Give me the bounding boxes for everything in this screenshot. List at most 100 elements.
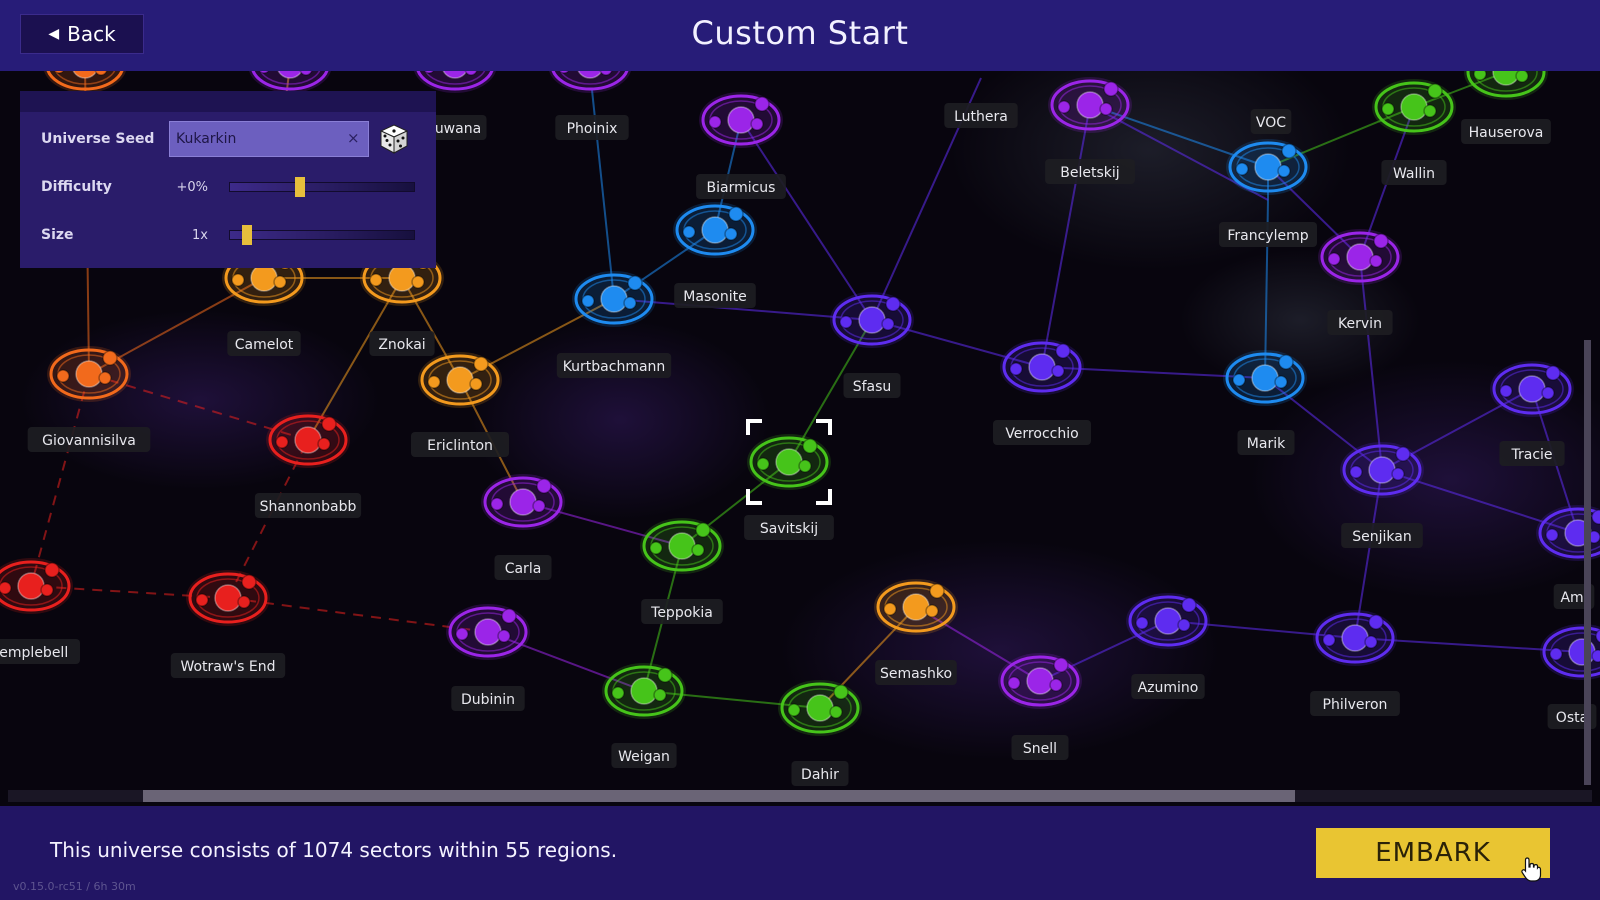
dice-icon[interactable] [377, 122, 411, 156]
sector-verro[interactable] [1000, 339, 1084, 395]
embark-button[interactable]: EMBARK [1316, 828, 1550, 878]
svg-text:Marik: Marik [1247, 436, 1286, 452]
reticle-corner [816, 489, 832, 505]
footer-bar: This universe consists of 1074 sectors w… [0, 806, 1600, 900]
sector-wallin[interactable] [1372, 79, 1456, 135]
svg-text:Phoinix: Phoinix [567, 121, 618, 137]
sector-kervin[interactable] [1318, 229, 1402, 285]
sector-label: VOC [1250, 109, 1292, 134]
svg-text:Ericlinton: Ericlinton [427, 438, 493, 454]
seed-input[interactable]: Kukarkin [169, 121, 369, 157]
sector-tl3[interactable] [413, 71, 497, 93]
sector-tl1[interactable] [43, 71, 127, 93]
svg-text:Tracie: Tracie [1510, 447, 1552, 463]
settings-panel-header [20, 91, 436, 112]
svg-text:Shannonbabb: Shannonbabb [260, 499, 357, 515]
svg-text:Camelot: Camelot [235, 337, 294, 353]
sector-tepp[interactable] [640, 518, 724, 574]
sector-dahir[interactable] [778, 680, 862, 736]
svg-text:Kurtbachmann: Kurtbachmann [563, 359, 666, 375]
sector-tl4[interactable] [548, 71, 632, 93]
svg-text:Savitskij: Savitskij [760, 521, 818, 537]
horizontal-scrollbar[interactable] [8, 790, 1592, 802]
sector-biar[interactable] [699, 92, 783, 148]
sector-belet[interactable] [1048, 77, 1132, 133]
top-bar: ◀ Back Custom Start [0, 0, 1600, 71]
sector-kurt[interactable] [572, 271, 656, 327]
sector-savit[interactable] [747, 434, 831, 490]
sector-marik[interactable] [1223, 350, 1307, 406]
sector-gio[interactable] [47, 346, 131, 402]
svg-text:Azumino: Azumino [1138, 680, 1199, 696]
svg-text:Philveron: Philveron [1323, 697, 1388, 713]
sector-label: Savitskij [744, 515, 834, 540]
sector-eric[interactable] [418, 352, 502, 408]
sector-label: Kervin [1327, 310, 1393, 335]
sector-osta[interactable] [1540, 624, 1600, 680]
sector-label: Weigan [611, 743, 677, 768]
version-label: v0.15.0-rc51 / 6h 30m [13, 880, 136, 893]
sector-shann[interactable] [266, 412, 350, 468]
sector-haus[interactable] [1464, 71, 1548, 100]
reticle-corner [816, 419, 832, 435]
svg-text:Kervin: Kervin [1338, 316, 1382, 332]
clear-seed-button[interactable]: × [347, 129, 360, 147]
sector-label: Dahir [791, 761, 849, 786]
sector-label: Biarmicus [696, 174, 786, 199]
size-row: Size 1x [20, 215, 436, 255]
sector-voc[interactable] [1226, 139, 1310, 195]
svg-text:Teppokia: Teppokia [650, 605, 713, 621]
sector-label: Sfasu [843, 373, 901, 398]
svg-text:Snell: Snell [1023, 741, 1057, 757]
size-label: Size [41, 227, 74, 243]
svg-text:Wotraw's End: Wotraw's End [180, 659, 275, 675]
sector-wotraw[interactable] [186, 570, 270, 626]
svg-text:Verrocchio: Verrocchio [1005, 426, 1078, 442]
sector-label: Senjikan [1341, 523, 1423, 548]
svg-text:templebell: templebell [0, 645, 68, 661]
sector-senj[interactable] [1340, 442, 1424, 498]
sector-tracie[interactable] [1490, 361, 1574, 417]
sector-label: Semashko [875, 660, 957, 685]
reticle-corner [746, 489, 762, 505]
sector-snell[interactable] [998, 653, 1082, 709]
svg-text:Biarmicus: Biarmicus [707, 180, 776, 196]
size-slider-handle[interactable] [242, 225, 253, 245]
sector-temple[interactable] [0, 558, 73, 614]
vertical-scrollbar-thumb[interactable] [1584, 340, 1591, 785]
difficulty-slider[interactable] [229, 177, 415, 197]
size-slider[interactable] [229, 225, 415, 245]
difficulty-slider-handle[interactable] [295, 177, 306, 197]
sector-carla[interactable] [481, 474, 565, 530]
embark-button-label: EMBARK [1375, 838, 1491, 868]
connection-sfasu-biar [740, 119, 873, 321]
difficulty-value: +0% [176, 179, 208, 195]
sector-label: Giovannisilva [27, 427, 151, 452]
universe-settings-panel: Universe Seed Kukarkin × Difficulty +0% … [20, 91, 436, 268]
sector-label: templebell [0, 639, 80, 664]
difficulty-label: Difficulty [41, 179, 112, 195]
svg-text:Luthera: Luthera [954, 109, 1008, 125]
sector-semash[interactable] [874, 579, 958, 635]
sector-label: Kurtbachmann [556, 353, 672, 378]
sector-weigan[interactable] [602, 663, 686, 719]
svg-text:Beletskij: Beletskij [1060, 165, 1119, 181]
svg-text:Wallin: Wallin [1393, 166, 1435, 182]
sector-tl2[interactable] [248, 71, 332, 93]
sector-label: Luthera [944, 103, 1018, 128]
sector-dubinin[interactable] [446, 604, 530, 660]
sector-label: Znokai [369, 331, 435, 356]
sector-mason[interactable] [673, 202, 757, 258]
sector-azum[interactable] [1126, 593, 1210, 649]
sector-label: Hauserova [1461, 119, 1551, 144]
sector-label: Dubinin [451, 686, 525, 711]
svg-text:uwana: uwana [435, 121, 481, 137]
horizontal-scrollbar-thumb[interactable] [143, 790, 1295, 802]
svg-text:Sfasu: Sfasu [853, 379, 892, 395]
svg-text:Dahir: Dahir [801, 767, 839, 783]
sector-philv[interactable] [1313, 610, 1397, 666]
sector-label: Wallin [1381, 160, 1447, 185]
sector-label: Francylemp [1219, 222, 1317, 247]
difficulty-row: Difficulty +0% [20, 167, 436, 207]
sector-sfasu[interactable] [830, 292, 914, 348]
